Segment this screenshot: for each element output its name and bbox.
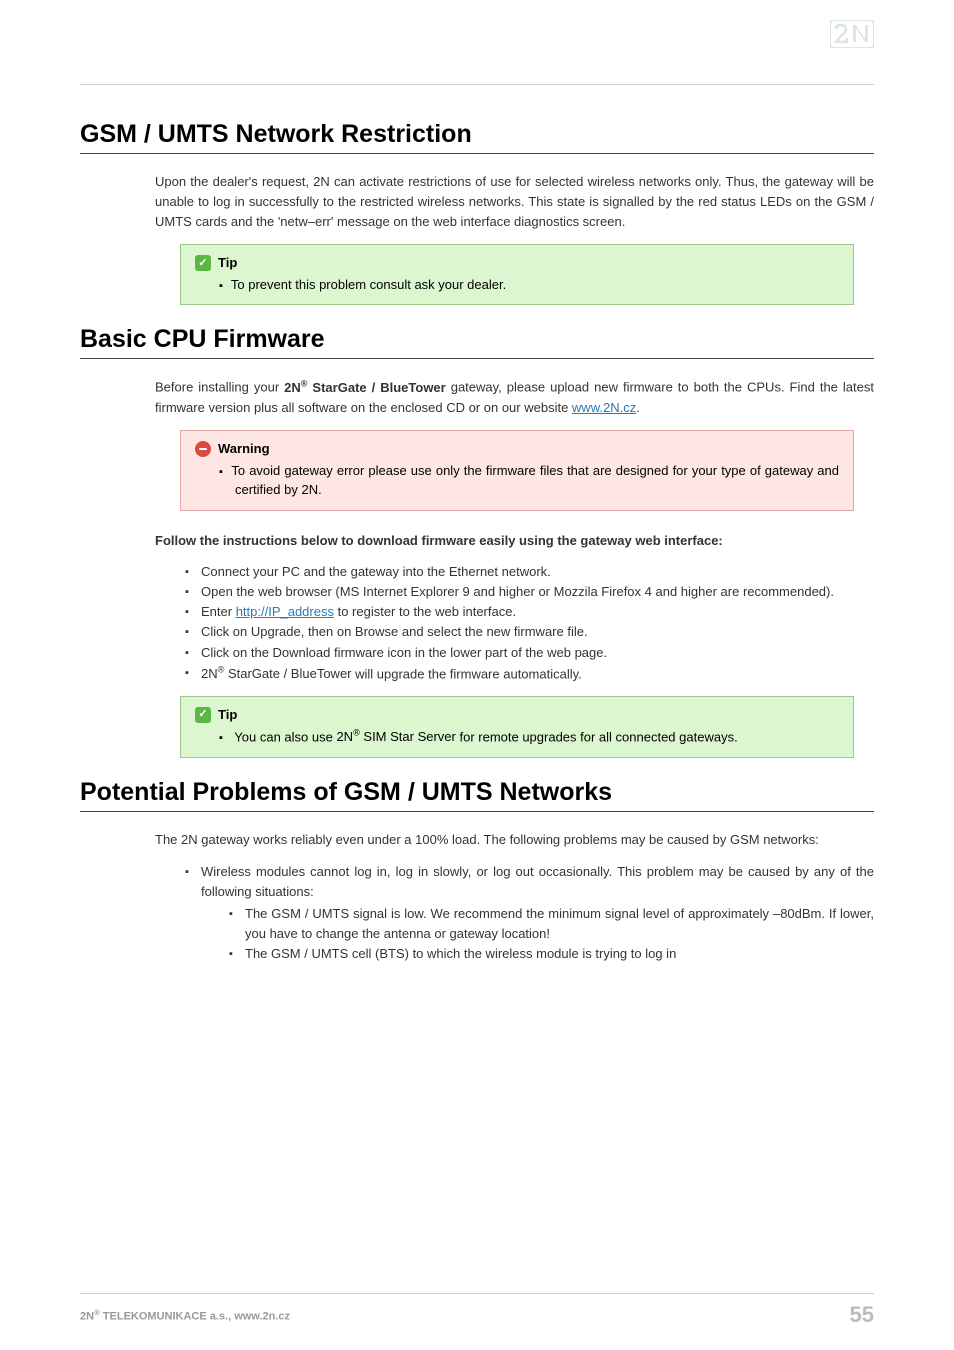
problem-list: Wireless modules cannot log in, log in s… — [185, 862, 874, 965]
tip-item: You can also use 2N® SIM Star Server for… — [235, 727, 839, 747]
callout-warning-title: Warning — [195, 439, 839, 459]
paragraph-firmware: Before installing your 2N® StarGate / Bl… — [155, 377, 874, 418]
callout-warning-firmware: Warning To avoid gateway error please us… — [180, 430, 854, 511]
tip-label: Tip — [218, 705, 237, 725]
list-item: Click on Upgrade, then on Browse and sel… — [185, 622, 874, 642]
warning-item: To avoid gateway error please use only t… — [235, 461, 839, 500]
warning-label: Warning — [218, 439, 270, 459]
list-item: Connect your PC and the gateway into the… — [185, 562, 874, 582]
callout-tip-title: ✓ Tip — [195, 253, 839, 273]
list-item: 2N® StarGate / BlueTower will upgrade th… — [185, 663, 874, 684]
list-item: The GSM / UMTS signal is low. We recomme… — [229, 904, 874, 944]
heading-gsm-umts-restriction: GSM / UMTS Network Restriction — [80, 120, 874, 154]
callout-tip-dealer: ✓ Tip To prevent this problem consult as… — [180, 244, 854, 305]
check-icon: ✓ — [195, 255, 211, 271]
list-item: Enter http://IP_address to register to t… — [185, 602, 874, 622]
minus-circle-icon — [195, 441, 211, 457]
page-number: 55 — [850, 1302, 874, 1328]
tip-item: To prevent this problem consult ask your… — [235, 275, 839, 295]
instruction-list: Connect your PC and the gateway into the… — [185, 562, 874, 684]
subheading-instructions: Follow the instructions below to downloa… — [155, 531, 874, 551]
link-ip-address[interactable]: http://IP_address — [236, 604, 334, 619]
heading-potential-problems: Potential Problems of GSM / UMTS Network… — [80, 778, 874, 812]
footer-company: 2N® TELEKOMUNIKACE a.s., www.2n.cz — [80, 1308, 290, 1323]
callout-tip-simstar: ✓ Tip You can also use 2N® SIM Star Serv… — [180, 696, 854, 757]
problem-title: Wireless modules cannot log in, log in s… — [201, 864, 874, 899]
heading-basic-cpu-firmware: Basic CPU Firmware — [80, 325, 874, 359]
list-item: Wireless modules cannot log in, log in s… — [185, 862, 874, 965]
check-icon: ✓ — [195, 707, 211, 723]
paragraph-restriction: Upon the dealer's request, 2N can activa… — [155, 172, 874, 232]
list-item: Click on the Download firmware icon in t… — [185, 643, 874, 663]
list-item: Open the web browser (MS Internet Explor… — [185, 582, 874, 602]
problem-sublist: The GSM / UMTS signal is low. We recomme… — [229, 904, 874, 964]
list-item: The GSM / UMTS cell (BTS) to which the w… — [229, 944, 874, 964]
tip-label: Tip — [218, 253, 237, 273]
paragraph-problems: The 2N gateway works reliably even under… — [155, 830, 874, 850]
brand-logo — [830, 20, 874, 55]
link-2n-cz[interactable]: www.2N.cz — [572, 400, 636, 415]
callout-tip-title: ✓ Tip — [195, 705, 839, 725]
